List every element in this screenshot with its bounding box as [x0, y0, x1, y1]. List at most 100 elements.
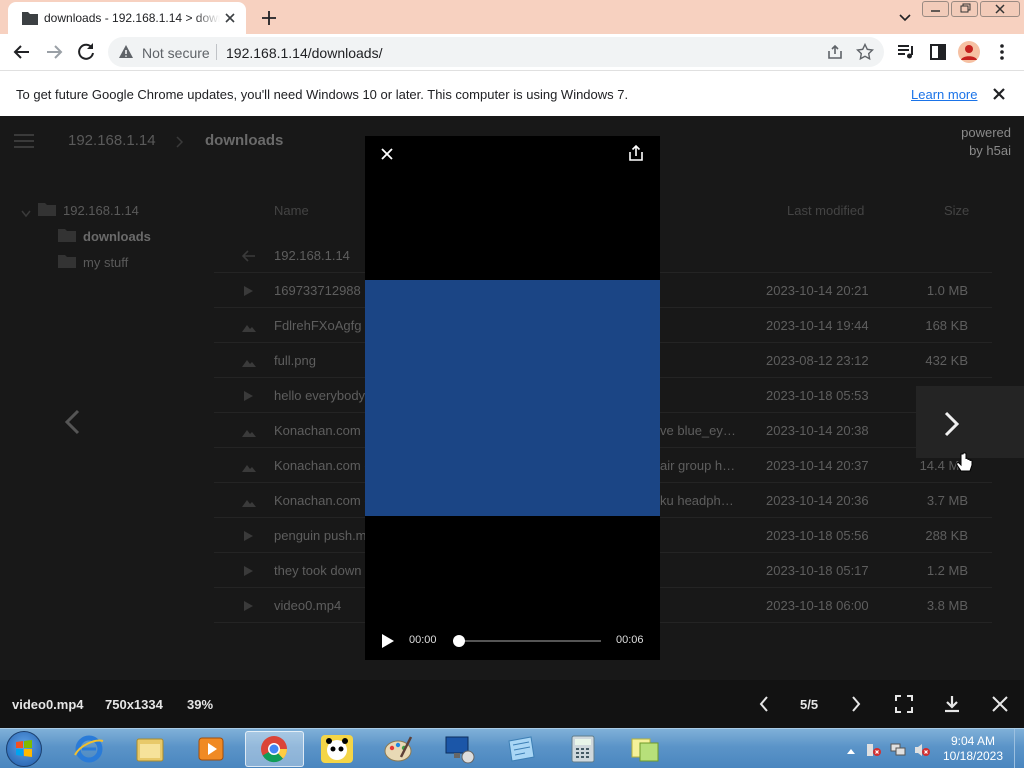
row-date: 2023-10-18 05:56 [766, 528, 869, 543]
breadcrumb-root[interactable]: 192.168.1.14 [68, 132, 156, 149]
column-header-modified[interactable]: Last modified [787, 203, 864, 218]
tree-item-my-stuff[interactable]: my stuff [83, 255, 128, 270]
paint-icon[interactable] [371, 731, 425, 767]
infobar-close-icon[interactable] [990, 85, 1008, 108]
row-date: 2023-10-14 20:36 [766, 493, 869, 508]
video-controls: 00:00 00:06 [365, 630, 660, 652]
close-window-button[interactable] [980, 1, 1020, 17]
title-bar: downloads - 192.168.1.14 > downloads [0, 0, 1024, 34]
divider [216, 44, 217, 60]
column-header-size[interactable]: Size [944, 203, 969, 218]
volume-muted-icon[interactable] [913, 742, 931, 763]
video-file-icon [242, 389, 254, 407]
action-center-icon[interactable] [865, 742, 883, 763]
remote-desktop-icon[interactable] [432, 731, 486, 767]
notepad-icon[interactable] [494, 731, 548, 767]
sticky-notes-icon[interactable] [618, 731, 672, 767]
video-frame[interactable] [365, 280, 660, 516]
close-icon[interactable] [991, 695, 1009, 718]
row-size: 1.0 MB [926, 283, 968, 298]
image-file-icon [242, 354, 256, 372]
row-name: penguin push.m [274, 528, 367, 543]
image-file-icon [242, 319, 256, 337]
tree-item-root[interactable]: 192.168.1.14 [63, 203, 139, 218]
play-icon[interactable] [381, 633, 395, 654]
windows-taskbar: 9:04 AM 10/18/2023 [0, 728, 1024, 768]
row-name: they took down [274, 563, 362, 578]
column-header-name[interactable]: Name [274, 203, 309, 218]
next-arrow-button[interactable] [916, 386, 1024, 472]
fullscreen-icon[interactable] [895, 695, 913, 718]
lightbox-zoom: 39% [187, 697, 214, 712]
seek-knob[interactable] [453, 635, 465, 647]
back-button[interactable] [10, 40, 34, 64]
folder-icon [22, 11, 38, 30]
calculator-icon[interactable] [556, 731, 610, 767]
row-name-tail: air group h… [660, 458, 736, 473]
breadcrumb-current[interactable]: downloads [205, 132, 283, 149]
image-file-icon [242, 494, 256, 512]
security-label[interactable]: Not secure [142, 45, 210, 61]
internet-explorer-icon[interactable] [62, 731, 116, 767]
url-text[interactable]: 192.168.1.14/downloads/ [226, 45, 382, 61]
minimize-button[interactable] [922, 1, 949, 17]
new-tab-button[interactable] [258, 7, 280, 29]
side-panel-icon[interactable] [928, 42, 948, 67]
media-player-icon[interactable] [184, 731, 238, 767]
profile-avatar[interactable] [958, 41, 980, 63]
chrome-taskbar-icon[interactable] [245, 731, 304, 767]
row-name: 192.168.1.14 [274, 248, 350, 263]
next-icon[interactable] [850, 695, 862, 718]
download-icon[interactable] [943, 695, 961, 718]
browser-tab[interactable]: downloads - 192.168.1.14 > downloads [8, 2, 246, 34]
tab-search-chevron-icon[interactable] [898, 10, 912, 28]
seek-bar[interactable] [455, 640, 601, 642]
row-date: 2023-10-18 05:17 [766, 563, 869, 578]
menu-kebab-icon[interactable] [992, 42, 1012, 67]
warning-icon[interactable] [118, 44, 134, 65]
lightbox-filename: video0.mp4 [12, 697, 84, 712]
row-name: Konachan.com - [274, 493, 369, 508]
panda-app-icon[interactable] [310, 731, 364, 767]
previous-arrow-icon[interactable] [62, 408, 84, 441]
row-date: 2023-10-14 20:38 [766, 423, 869, 438]
hamburger-icon[interactable] [14, 134, 34, 153]
previous-icon[interactable] [758, 695, 770, 718]
close-icon[interactable] [379, 146, 395, 167]
windows-explorer-icon[interactable] [123, 731, 177, 767]
network-icon[interactable] [889, 742, 907, 763]
forward-button[interactable] [42, 40, 66, 64]
media-control-icon[interactable] [896, 42, 916, 67]
tab-title: downloads - 192.168.1.14 > downloads [44, 11, 220, 25]
window-controls [922, 1, 1020, 19]
duration: 00:06 [616, 634, 644, 646]
start-button[interactable] [6, 731, 42, 767]
breadcrumb-chevron-icon [176, 135, 184, 153]
share-icon[interactable] [627, 144, 645, 167]
tree-item-downloads[interactable]: downloads [83, 229, 151, 244]
row-date: 2023-10-14 20:37 [766, 458, 869, 473]
powered-by[interactable]: powered by h5ai [961, 124, 1011, 160]
lightbox-counter: 5/5 [800, 697, 819, 712]
row-name: hello everybody [274, 388, 366, 403]
address-bar[interactable]: Not secure 192.168.1.14/downloads/ [108, 37, 884, 67]
row-date: 2023-10-14 20:21 [766, 283, 869, 298]
share-icon[interactable] [826, 43, 844, 66]
row-name-tail: ve blue_ey… [660, 423, 736, 438]
learn-more-link[interactable]: Learn more [911, 87, 977, 102]
row-name: Konachan.com - [274, 458, 369, 473]
lightbox-dimensions: 750x1334 [105, 697, 163, 712]
bookmark-star-icon[interactable] [855, 42, 875, 66]
tab-close-icon[interactable] [222, 10, 238, 26]
image-file-icon [242, 424, 256, 442]
tree-collapse-icon[interactable] [21, 205, 31, 223]
tray-overflow-icon[interactable] [846, 742, 856, 760]
row-name: Konachan.com - [274, 423, 369, 438]
restore-button[interactable] [951, 1, 978, 17]
reload-button[interactable] [74, 40, 98, 64]
lightbox-bar: video0.mp4 750x1334 39% 5/5 [0, 680, 1024, 728]
row-size: 1.2 MB [926, 563, 968, 578]
system-clock[interactable]: 9:04 AM 10/18/2023 [938, 734, 1008, 764]
show-desktop-button[interactable] [1014, 729, 1024, 768]
folder-icon [38, 202, 56, 221]
